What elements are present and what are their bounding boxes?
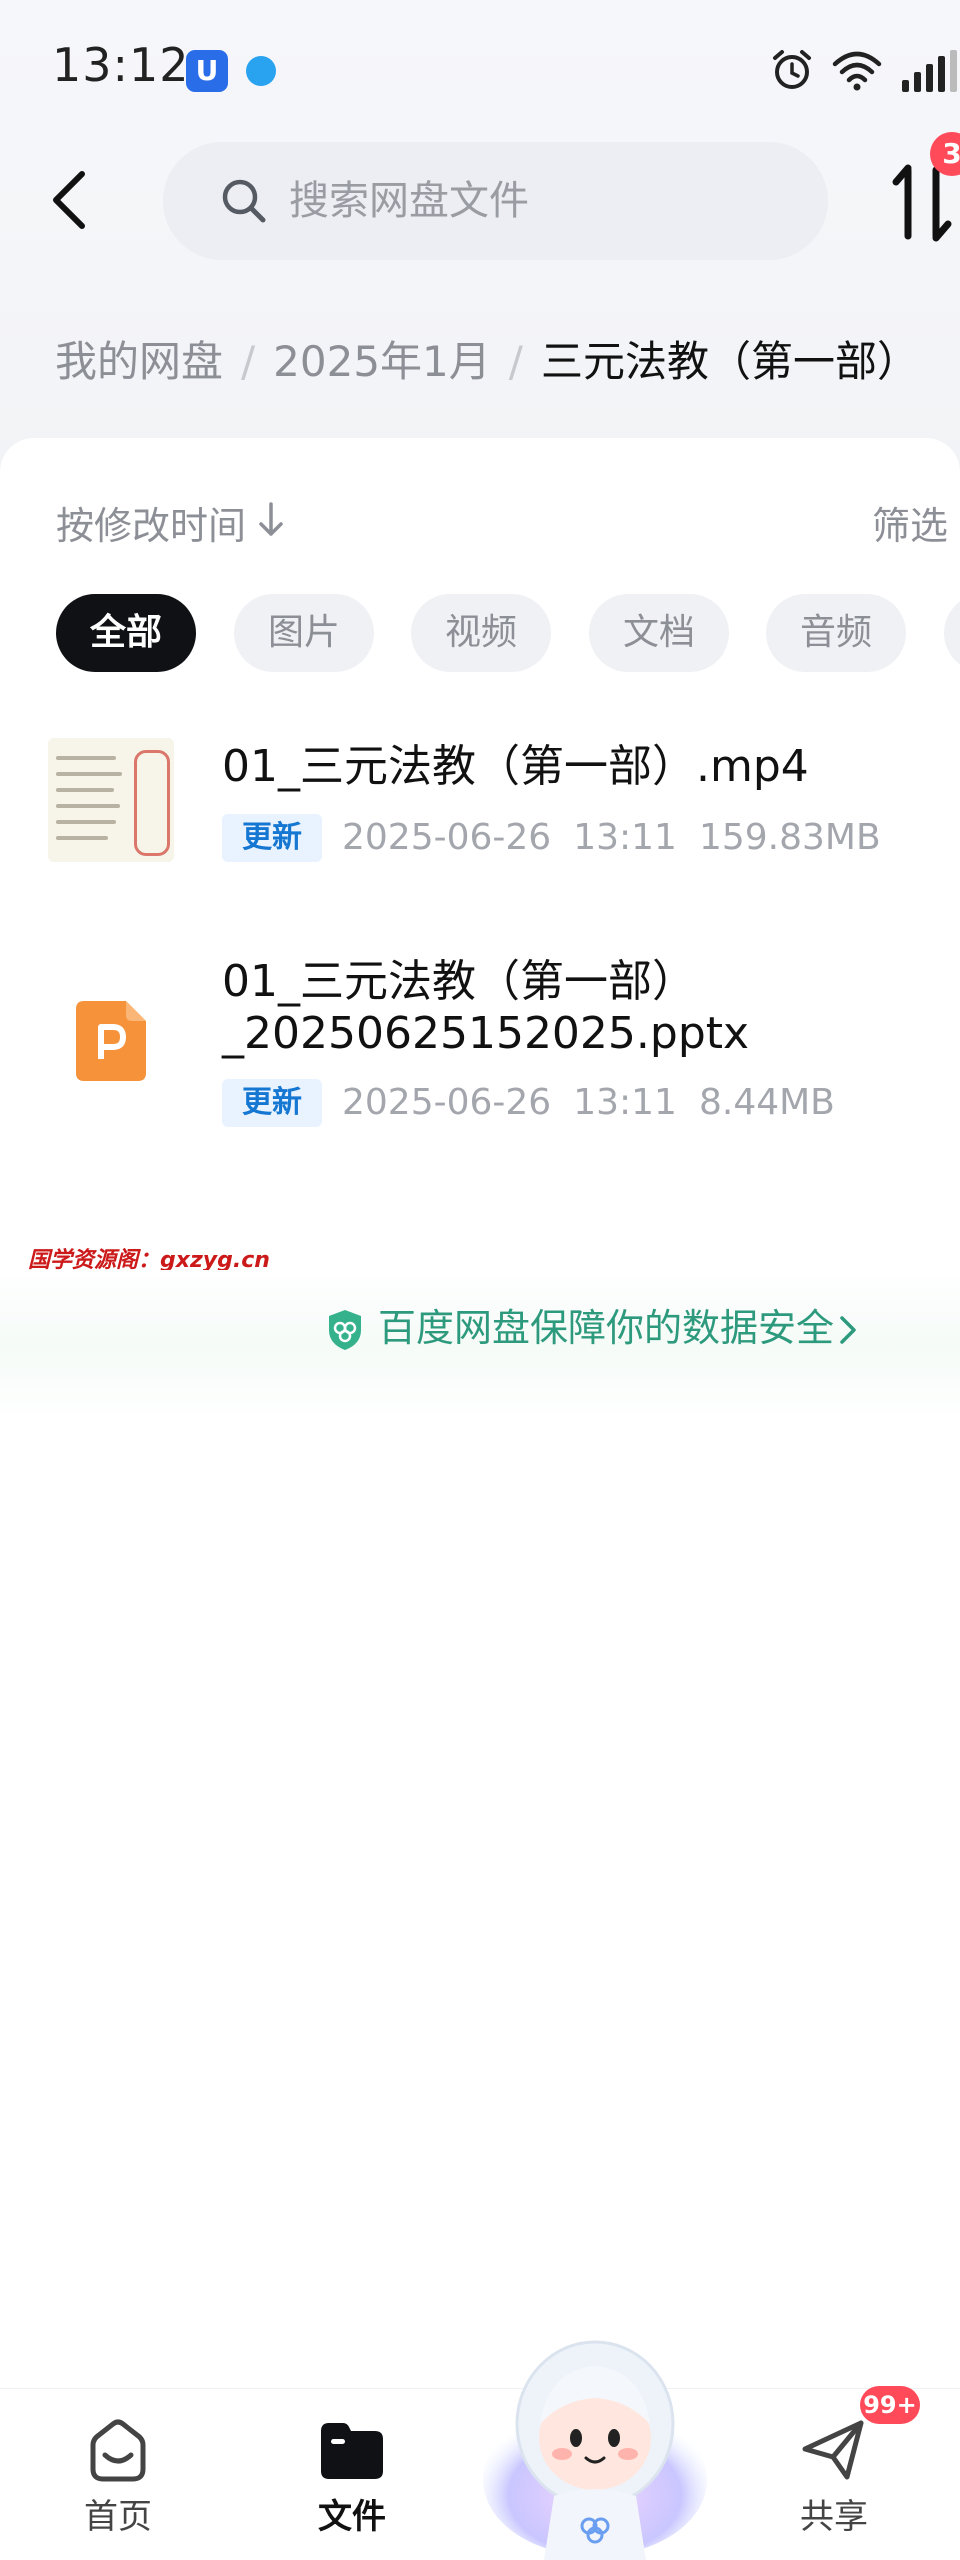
file-size: 159.83MB	[698, 817, 881, 858]
tab-files[interactable]: 文件	[272, 2389, 432, 2560]
file-row-video[interactable]: 01_三元法教（第一部）.mp4 更新 2025-06-26 13:11 159.8…	[0, 738, 960, 888]
tab-label: 共享	[800, 2497, 868, 2537]
chip-all[interactable]: 全部	[56, 594, 196, 672]
home-face-icon	[90, 2419, 146, 2482]
alarm-icon	[773, 50, 811, 89]
tab-label: 文件	[318, 2497, 386, 2537]
status-time: 13:12	[52, 38, 190, 92]
file-row-pptx[interactable]: 01_三元法教（第一部） _20250625152025.pptx 更新 202…	[0, 955, 960, 1135]
breadcrumb: 我的网盘 / 2025年1月 / 三元法教（第一部）	[55, 328, 919, 388]
filter-chips: 全部 图片 视频 文档 音频	[56, 594, 960, 672]
shield-icon	[329, 1310, 361, 1350]
filter-button[interactable]: 筛选	[872, 495, 948, 550]
chip-videos[interactable]: 视频	[411, 594, 551, 672]
chip-documents[interactable]: 文档	[589, 594, 729, 672]
status-bar: 13:12 U	[0, 0, 960, 130]
file-name: 01_三元法教（第一部）.mp4	[222, 741, 809, 792]
mascot-astronaut-icon[interactable]	[478, 2320, 712, 2560]
breadcrumb-current: 三元法教（第一部）	[540, 337, 919, 386]
chip-audio[interactable]: 音频	[766, 594, 906, 672]
file-name-line1: 01_三元法教（第一部）	[222, 956, 696, 1007]
breadcrumb-item-month[interactable]: 2025年1月	[273, 337, 491, 386]
file-date: 2025-06-26	[342, 1082, 552, 1123]
file-name-line2: _20250625152025.pptx	[222, 1008, 750, 1059]
security-text: 百度网盘保障你的数据安全	[378, 1306, 835, 1350]
chevron-right-icon	[840, 1316, 856, 1344]
update-tag: 更新	[222, 814, 322, 862]
tab-home[interactable]: 首页	[38, 2389, 198, 2560]
tab-label: 首页	[84, 2497, 152, 2537]
breadcrumb-item-root[interactable]: 我的网盘	[55, 337, 223, 386]
breadcrumb-separator: /	[241, 337, 256, 386]
video-thumbnail-icon	[48, 738, 174, 862]
search-icon	[222, 179, 266, 223]
file-meta: 2025-06-26 13:11 159.83MB	[342, 814, 881, 862]
baidu-u-icon: U	[186, 50, 228, 92]
blue-app-icon	[246, 56, 276, 86]
sort-button[interactable]: 按修改时间	[56, 495, 246, 550]
chip-images[interactable]: 图片	[234, 594, 374, 672]
signal-icon	[902, 50, 957, 92]
status-icons	[770, 46, 960, 96]
seal-mark	[134, 750, 170, 856]
update-tag: 更新	[222, 1079, 322, 1127]
file-time: 13:11	[573, 1082, 677, 1123]
search-input[interactable]: 搜索网盘文件	[163, 142, 828, 260]
chip-more[interactable]	[944, 594, 960, 672]
file-date: 2025-06-26	[342, 817, 552, 858]
folder-icon	[321, 2423, 383, 2479]
security-banner[interactable]: 百度网盘保障你的数据安全	[0, 1270, 960, 1420]
paper-plane-icon	[802, 2420, 864, 2480]
file-size: 8.44MB	[698, 1082, 835, 1123]
wifi-icon	[832, 51, 882, 91]
app-screen: 13:12 U 搜索网盘文件 3 我的网盘 / 2025年1月 / 三元法教（第…	[0, 0, 960, 2560]
breadcrumb-separator: /	[508, 337, 523, 386]
chevron-left-icon[interactable]	[40, 160, 100, 240]
arrow-down-icon	[259, 502, 283, 536]
ppt-file-icon	[76, 1001, 146, 1081]
file-meta: 2025-06-26 13:11 8.44MB	[342, 1079, 835, 1127]
search-placeholder: 搜索网盘文件	[289, 178, 529, 224]
file-time: 13:11	[573, 817, 677, 858]
share-badge: 99+	[860, 2386, 920, 2424]
